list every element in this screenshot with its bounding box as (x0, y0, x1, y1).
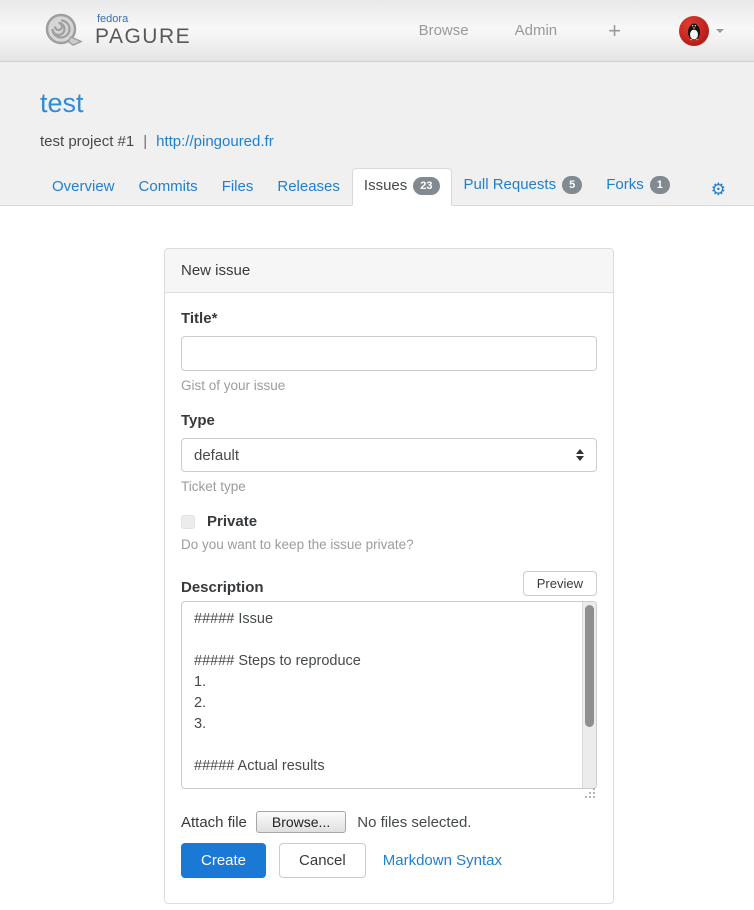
attach-file-label: Attach file (181, 814, 247, 831)
private-field-group: Private Do you want to keep the issue pr… (181, 513, 597, 552)
tab-releases[interactable]: Releases (265, 169, 352, 205)
attach-file-row: Attach file Browse... No files selected. (181, 811, 597, 833)
type-selected-value: default (194, 447, 239, 464)
tab-commits[interactable]: Commits (127, 169, 210, 205)
description-label: Description (181, 579, 264, 596)
private-help-text: Do you want to keep the issue private? (181, 537, 597, 552)
project-title-link[interactable]: test (40, 88, 84, 119)
caret-down-icon (716, 29, 724, 33)
type-field-group: Type default Ticket type (181, 412, 597, 494)
subtitle-separator: | (143, 133, 147, 150)
user-avatar (679, 16, 709, 46)
tab-overview[interactable]: Overview (40, 169, 127, 205)
type-select[interactable]: default (181, 438, 597, 472)
settings-gear-icon[interactable]: ⚙ (711, 181, 726, 205)
type-label: Type (181, 412, 597, 429)
type-help-text: Ticket type (181, 479, 597, 494)
no-files-text: No files selected. (357, 814, 471, 831)
markdown-syntax-link[interactable]: Markdown Syntax (383, 852, 502, 869)
issues-count-badge: 23 (413, 177, 439, 195)
create-button[interactable]: Create (181, 843, 266, 878)
user-menu[interactable] (649, 16, 724, 46)
tab-forks[interactable]: Forks1 (594, 167, 682, 205)
nav-browse[interactable]: Browse (396, 22, 492, 39)
private-label[interactable]: Private (207, 513, 257, 530)
textarea-scrollbar[interactable] (582, 602, 596, 788)
project-header: test test project #1 | http://pingoured.fr… (0, 62, 754, 206)
tab-files[interactable]: Files (210, 169, 266, 205)
navbar-items: Browse Admin + (396, 16, 724, 46)
title-field-group: Title* Gist of your issue (181, 310, 597, 393)
new-issue-panel: New issue Title* Gist of your issue Type… (164, 248, 614, 904)
scrollbar-thumb[interactable] (585, 605, 594, 727)
description-textarea[interactable]: ##### Issue ##### Steps to reproduce 1. … (181, 601, 597, 789)
add-plus-icon[interactable]: + (580, 20, 649, 42)
project-tabs: Overview Commits Files Releases Issues23… (0, 167, 754, 206)
preview-button[interactable]: Preview (523, 571, 597, 596)
tab-pull-requests[interactable]: Pull Requests5 (452, 167, 595, 205)
form-actions: Create Cancel Markdown Syntax (181, 843, 597, 878)
project-description: test project #1 (40, 133, 134, 150)
project-subtitle: test project #1 | http://pingoured.fr (40, 133, 714, 150)
brand-pagure: PAGURE (95, 26, 191, 47)
brand-fedora: fedora (97, 14, 191, 25)
title-input[interactable] (181, 336, 597, 371)
top-navbar: fedora PAGURE Browse Admin + (0, 0, 754, 62)
main-content: New issue Title* Gist of your issue Type… (0, 206, 754, 910)
forks-count-badge: 1 (650, 176, 670, 194)
browse-button[interactable]: Browse... (256, 811, 346, 833)
select-updown-icon (576, 449, 584, 461)
pull-requests-count-badge: 5 (562, 176, 582, 194)
description-field-group: Description Preview ##### Issue ##### St… (181, 571, 597, 789)
title-label: Title* (181, 310, 597, 327)
snail-logo-icon (40, 8, 86, 53)
nav-admin[interactable]: Admin (492, 22, 581, 39)
panel-title: New issue (165, 249, 613, 293)
tux-icon (685, 21, 703, 41)
tab-issues[interactable]: Issues23 (352, 168, 452, 206)
title-help-text: Gist of your issue (181, 378, 597, 393)
cancel-button[interactable]: Cancel (279, 843, 366, 878)
project-url-link[interactable]: http://pingoured.fr (156, 133, 274, 150)
private-checkbox[interactable] (181, 515, 195, 529)
pagure-home-link[interactable]: fedora PAGURE (40, 8, 191, 53)
